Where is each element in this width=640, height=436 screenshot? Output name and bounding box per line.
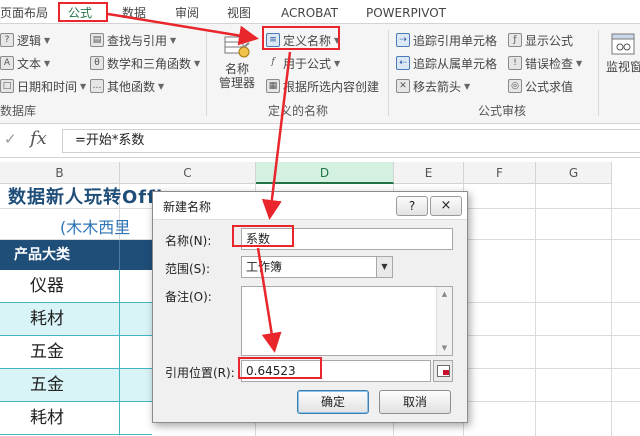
chevron-down-icon: ▼ [464, 81, 471, 91]
lookup-icon: ▤ [90, 33, 104, 47]
lookup-reference-button[interactable]: ▤ 查找与引用 ▼ [90, 30, 176, 50]
name-label: 名称(N): [165, 234, 212, 248]
highlight-name-input [232, 225, 294, 247]
use-in-formula-button[interactable]: f 用于公式 ▼ [266, 53, 340, 73]
highlight-define-name [262, 26, 340, 50]
column-header-b[interactable]: B [0, 162, 120, 184]
formula-auditing-group-label: 公式审核 [478, 104, 527, 118]
collapse-dialog-button[interactable] [433, 360, 453, 382]
evaluate-formula-icon: ◎ [508, 79, 522, 93]
table-row[interactable]: 耗材 [0, 303, 152, 336]
help-button[interactable]: ? [396, 196, 428, 216]
tab-page-layout[interactable]: 页面布局 [0, 4, 48, 22]
chevron-down-icon: ▼ [334, 58, 341, 68]
chevron-down-icon: ▼ [44, 35, 51, 45]
chevron-down-icon[interactable]: ▼ [376, 257, 392, 277]
ok-button[interactable]: 确定 [297, 390, 369, 414]
formula-input[interactable]: =开始*系数 [62, 129, 640, 153]
chevron-down-icon: ▼ [170, 35, 177, 45]
trace-dependents-icon: ⇠ [396, 56, 410, 70]
comment-scrollbar[interactable]: ▲ ▼ [436, 287, 452, 355]
logical-icon: ? [0, 33, 14, 47]
grid-line [535, 184, 536, 436]
scroll-up-icon[interactable]: ▲ [437, 287, 452, 301]
column-header-e[interactable]: E [394, 162, 464, 184]
math-icon: θ [90, 56, 104, 70]
trace-precedents-icon: ⇢ [396, 33, 410, 47]
formula-fx-icon: f [271, 57, 275, 67]
comment-label: 备注(O): [165, 290, 212, 304]
show-formulas-icon: ƒ [508, 33, 522, 47]
column-header-f[interactable]: F [464, 162, 536, 184]
remove-arrows-icon: ✕ [396, 79, 410, 93]
sheet-subtitle: (木木西里 [60, 218, 131, 237]
close-button[interactable]: × [430, 196, 462, 216]
table-row[interactable]: 五金 [0, 336, 152, 369]
dialog-title-bar[interactable]: 新建名称 ? × [153, 192, 467, 220]
watch-window-button[interactable]: 监视窗 [604, 32, 640, 74]
table-row[interactable]: 五金 [0, 369, 152, 402]
check-icon[interactable]: ✓ [4, 130, 17, 148]
chevron-down-icon: ▼ [44, 58, 51, 68]
trace-precedents-button[interactable]: ⇢ 追踪引用单元格 [396, 30, 497, 50]
refers-to-label: 引用位置(R): [165, 366, 235, 380]
cancel-button[interactable]: 取消 [379, 390, 451, 414]
highlight-formulas-tab [58, 2, 108, 22]
defined-names-group-label: 定义的名称 [268, 104, 329, 118]
math-trig-button[interactable]: θ 数学和三角函数 ▼ [90, 53, 200, 73]
ribbon-separator [598, 30, 599, 116]
tab-powerpivot[interactable]: POWERPIVOT [366, 4, 446, 22]
more-functions-button[interactable]: … 其他函数 ▼ [90, 76, 164, 96]
chevron-down-icon: ▼ [576, 58, 583, 68]
more-functions-icon: … [90, 79, 104, 93]
tab-view[interactable]: 视图 [227, 4, 251, 22]
column-header-g[interactable]: G [536, 162, 612, 184]
formula-bar: ✓ fx =开始*系数 [0, 124, 640, 158]
tab-review[interactable]: 审阅 [175, 4, 199, 22]
table-row[interactable]: 仪器 [0, 270, 152, 303]
name-manager-icon [223, 34, 251, 60]
name-manager-button[interactable]: 名称 管理器 [214, 34, 260, 90]
create-from-selection-icon: ▦ [266, 79, 280, 93]
ribbon-separator [388, 30, 389, 116]
error-checking-icon: ! [508, 56, 522, 70]
create-from-selection-button[interactable]: ▦ 根据所选内容创建 [266, 76, 379, 96]
tab-acrobat[interactable]: ACROBAT [281, 4, 338, 22]
show-formulas-button[interactable]: ƒ 显示公式 [508, 30, 573, 50]
column-header-d[interactable]: D [256, 162, 394, 184]
table-header-cell[interactable] [119, 240, 152, 270]
new-name-dialog: 新建名称 ? × 名称(N): 系数 范围(S): 工作簿 ▼ 备注(O): ▲… [152, 191, 468, 423]
highlight-refers-to [238, 357, 322, 379]
date-time-functions-button[interactable]: □ 日期和时间 ▼ [0, 76, 86, 96]
ribbon-separator [206, 30, 207, 116]
tab-data[interactable]: 数据 [122, 4, 146, 22]
error-checking-button[interactable]: ! 错误检查 ▼ [508, 53, 582, 73]
text-icon: A [0, 56, 14, 70]
function-library-group-label: 数据库 [0, 104, 37, 118]
comment-textarea[interactable]: ▲ ▼ [241, 286, 453, 356]
calendar-icon: □ [0, 79, 14, 93]
text-functions-button[interactable]: A 文本 ▼ [0, 53, 50, 73]
chevron-down-icon: ▼ [80, 81, 87, 91]
column-header-c[interactable]: C [120, 162, 256, 184]
scope-select[interactable]: 工作簿 ▼ [241, 256, 393, 278]
grid-line [611, 184, 612, 436]
remove-arrows-button[interactable]: ✕ 移去箭头 ▼ [396, 76, 470, 96]
evaluate-formula-button[interactable]: ◎ 公式求值 [508, 76, 573, 96]
watch-window-icon [610, 32, 638, 58]
range-select-icon [437, 365, 450, 377]
insert-function-button[interactable]: fx [30, 128, 47, 149]
chevron-down-icon: ▼ [158, 81, 165, 91]
logical-functions-button[interactable]: ? 逻辑 ▼ [0, 30, 50, 50]
dialog-title: 新建名称 [163, 200, 212, 214]
table-row[interactable]: 耗材 [0, 402, 152, 435]
scroll-down-icon[interactable]: ▼ [437, 341, 452, 355]
chevron-down-icon: ▼ [194, 58, 201, 68]
trace-dependents-button[interactable]: ⇠ 追踪从属单元格 [396, 53, 497, 73]
scope-label: 范围(S): [165, 262, 211, 276]
